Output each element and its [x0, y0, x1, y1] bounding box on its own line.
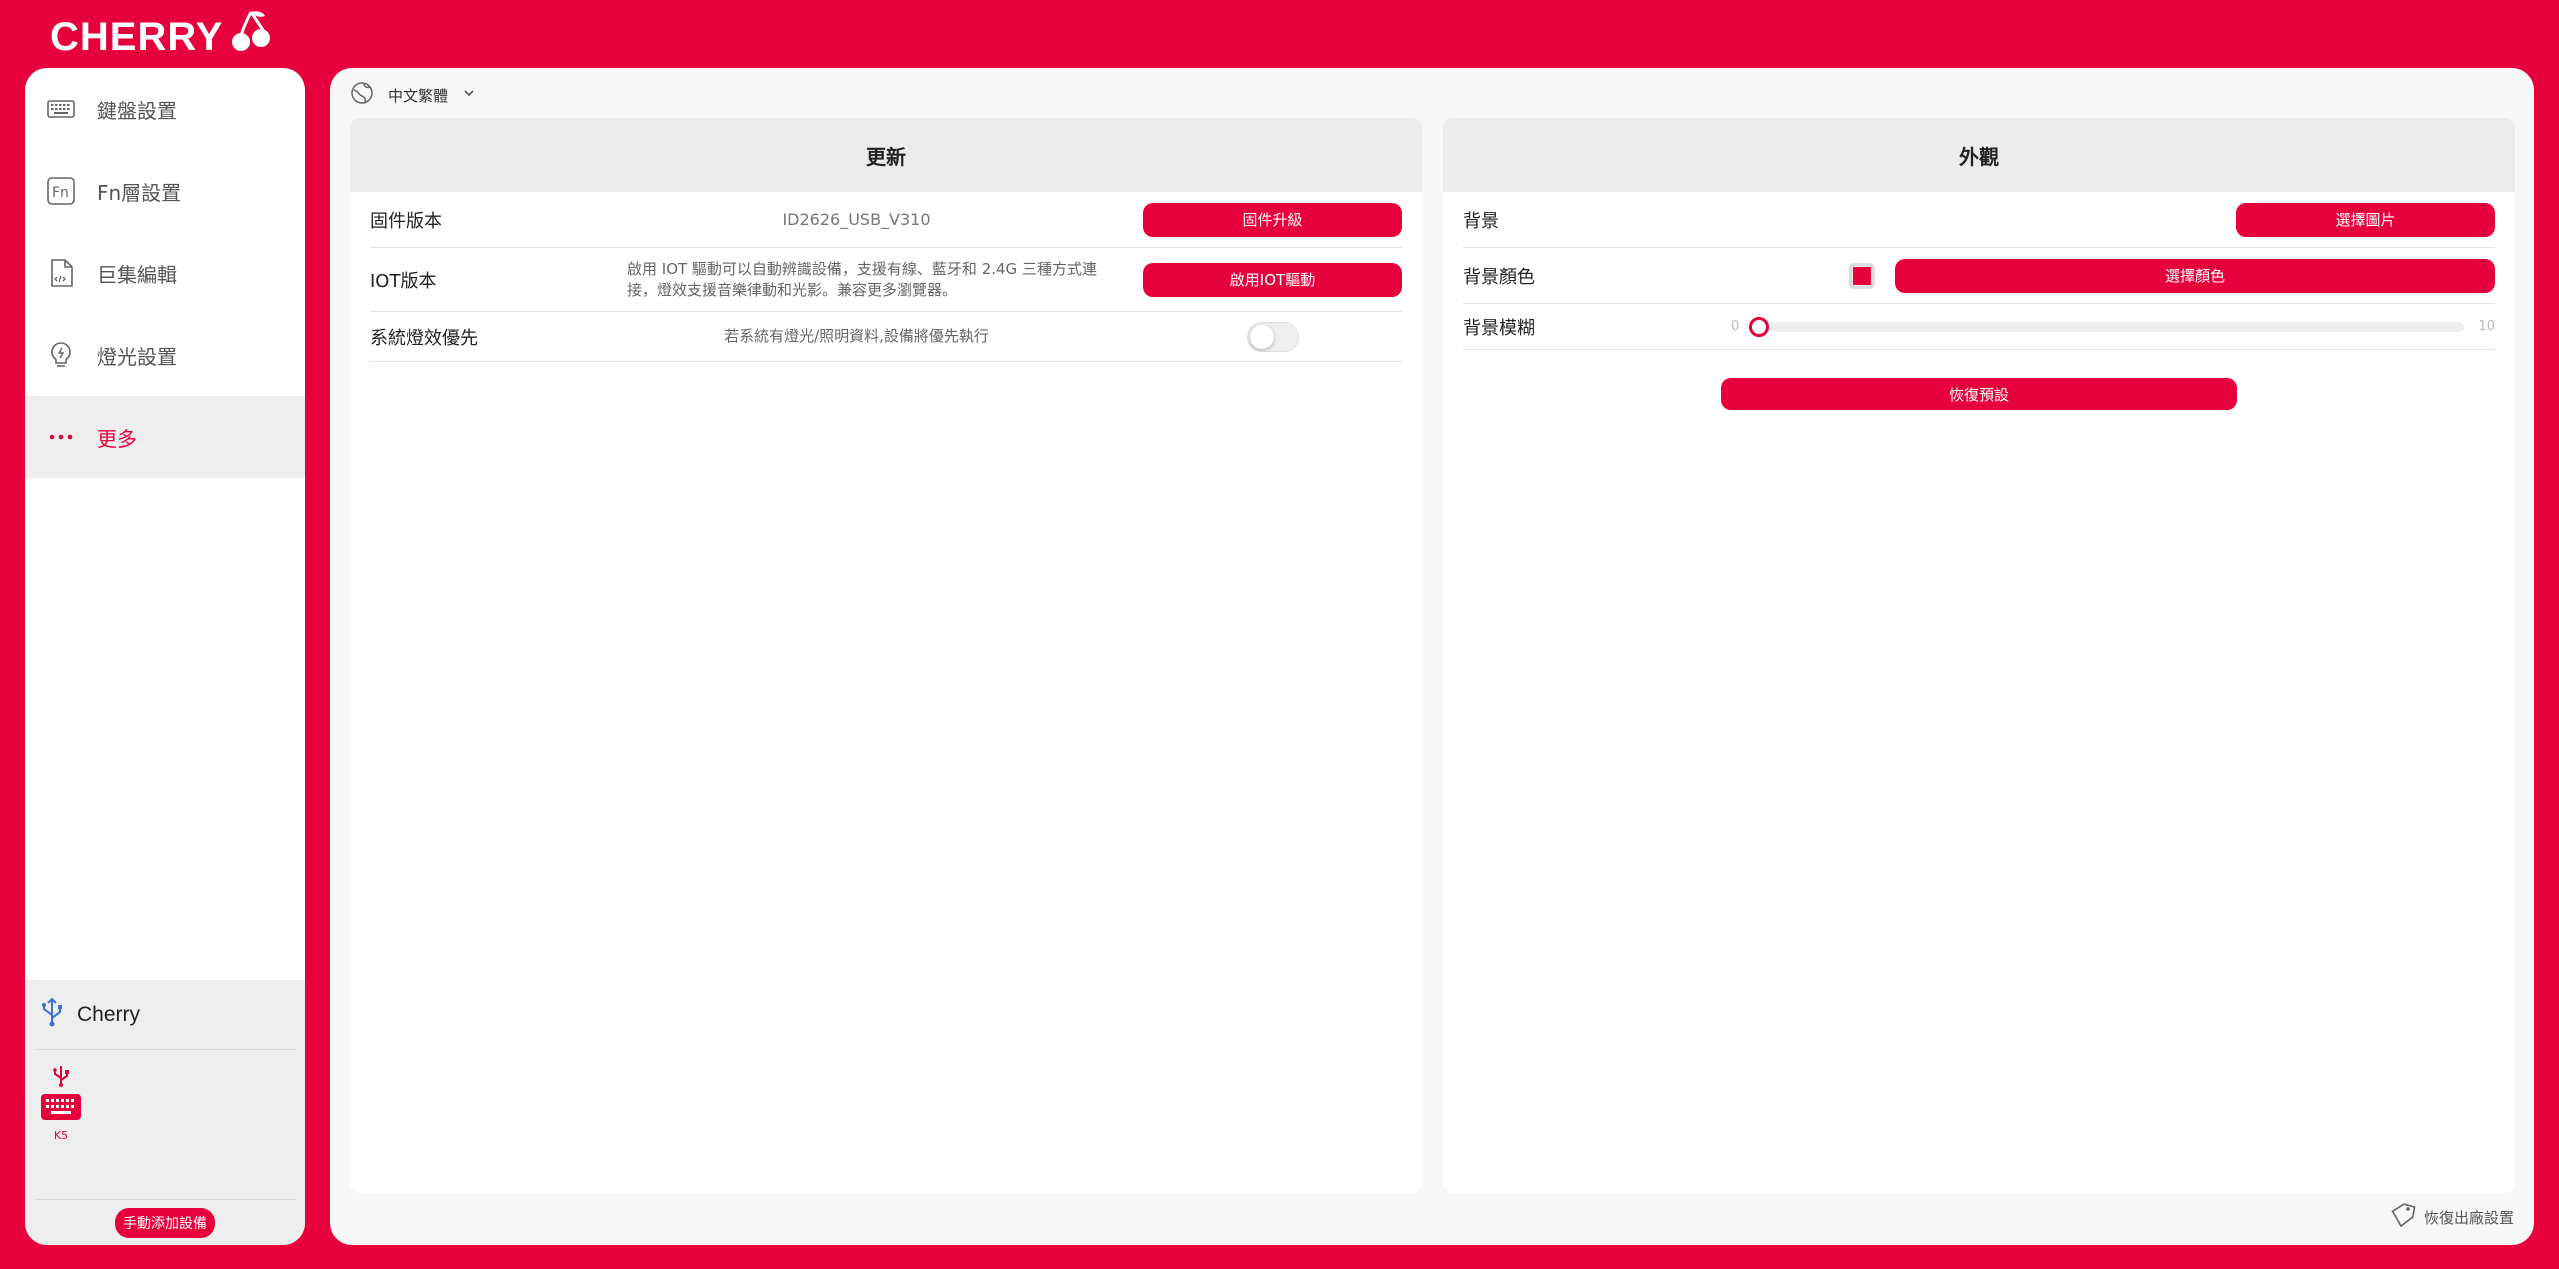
iot-row: IOT版本 啟用 IOT 驅動可以自動辨識設備，支援有線、藍牙和 2.4G 三種…: [370, 248, 1402, 312]
update-card: 更新 固件版本 ID2626_USB_V310 固件升級 IOT版本 啟用 IO…: [350, 118, 1422, 1193]
sidebar-item-label: 鍵盤設置: [97, 98, 177, 123]
firmware-label: 固件版本: [370, 210, 442, 232]
sidebar-item-label: Fn層設置: [97, 180, 182, 205]
color-swatch[interactable]: [1849, 262, 1875, 289]
language-selector[interactable]: 中文繁體: [350, 80, 476, 110]
sidebar-item-macro-edit[interactable]: 巨集編輯: [25, 232, 305, 314]
firmware-row: 固件版本 ID2626_USB_V310 固件升級: [370, 192, 1402, 248]
sidebar: 鍵盤設置 Fn Fn層設置 巨集編輯 燈光設置 更多 Cherry K5 手動添…: [25, 68, 305, 1245]
device-name: K5: [53, 1129, 69, 1142]
iot-description: 啟用 IOT 驅動可以自動辨識設備，支援有線、藍牙和 2.4G 三種方式連 接，…: [627, 259, 1097, 299]
background-color-label: 背景顏色: [1463, 266, 1535, 288]
sidebar-item-lighting[interactable]: 燈光設置: [25, 314, 305, 396]
keyboard-device-icon: [40, 1093, 82, 1125]
background-color-row: 背景顏色 選擇顏色: [1463, 248, 2495, 304]
sidebar-item-label: 燈光設置: [97, 344, 177, 369]
choose-color-button[interactable]: 選擇顏色: [1895, 258, 2495, 293]
svg-text:Fn: Fn: [52, 185, 69, 201]
choose-image-button[interactable]: 選擇圖片: [2236, 202, 2495, 237]
sidebar-item-fn-layer[interactable]: Fn Fn層設置: [25, 150, 305, 232]
update-card-title: 更新: [350, 118, 1422, 192]
sidebar-item-label: 巨集編輯: [97, 262, 177, 287]
sidebar-item-keyboard-settings[interactable]: 鍵盤設置: [25, 68, 305, 150]
light-priority-toggle[interactable]: [1246, 321, 1299, 352]
background-row: 背景 選擇圖片: [1463, 192, 2495, 248]
iot-label: IOT版本: [370, 270, 437, 292]
factory-reset-link[interactable]: 恢復出廠設置: [2388, 1201, 2514, 1233]
restore-default-button[interactable]: 恢復預設: [1721, 378, 2237, 410]
sidebar-item-more[interactable]: 更多: [25, 396, 305, 478]
firmware-upgrade-button[interactable]: 固件升級: [1143, 202, 1402, 237]
factory-reset-label: 恢復出廠設置: [2423, 1208, 2514, 1227]
add-device-button[interactable]: 手動添加設備: [115, 1207, 215, 1238]
cherry-fruit-icon: [229, 8, 271, 66]
chevron-down-icon: [462, 86, 476, 104]
device-panel: Cherry K5 手動添加設備: [25, 980, 305, 1245]
reset-tag-icon: [2388, 1201, 2416, 1233]
light-priority-row: 系統燈效優先 若系統有燈光/照明資料,設備將優先執行: [370, 312, 1402, 362]
blur-min-label: 0: [1731, 319, 1740, 334]
appearance-card-title: 外觀: [1443, 118, 2515, 192]
sidebar-item-label: 更多: [97, 426, 137, 451]
background-blur-row: 背景模糊 0 10: [1463, 304, 2495, 350]
cherry-logo: CHERRY: [50, 11, 271, 62]
slider-track: [1751, 321, 2465, 332]
more-dots-icon: [45, 421, 77, 453]
firmware-version: ID2626_USB_V310: [782, 210, 931, 229]
main-panel: 中文繁體 更新 固件版本 ID2626_USB_V310 固件升級 IOT版本 …: [330, 68, 2534, 1245]
device-group-header: Cherry: [35, 980, 295, 1050]
background-blur-label: 背景模糊: [1463, 317, 1535, 339]
blur-max-label: 10: [2478, 319, 2495, 334]
light-bulb-icon: [45, 339, 77, 371]
slider-thumb[interactable]: [1749, 316, 1770, 337]
keyboard-icon: [45, 93, 77, 125]
fn-icon: Fn: [45, 175, 77, 207]
usb-icon: [52, 1065, 70, 1091]
usb-trident-icon: [39, 997, 65, 1033]
appearance-card: 外觀 背景 選擇圖片 背景顏色 選擇顏色 背景模糊 0 10 恢復預設: [1443, 118, 2515, 1193]
light-priority-label: 系統燈效優先: [370, 327, 478, 349]
add-device-row: 手動添加設備: [35, 1199, 295, 1245]
background-label: 背景: [1463, 210, 1499, 232]
language-value: 中文繁體: [388, 86, 449, 105]
light-priority-description: 若系統有燈光/照明資料,設備將優先執行: [724, 327, 989, 345]
macro-file-icon: [45, 257, 77, 289]
device-card-k5[interactable]: K5: [37, 1065, 85, 1142]
device-group-name: Cherry: [77, 1002, 141, 1026]
toggle-knob: [1249, 324, 1274, 349]
background-blur-slider[interactable]: [1749, 316, 2465, 337]
enable-iot-driver-button[interactable]: 啟用IOT驅動: [1143, 262, 1402, 297]
brand-name: CHERRY: [50, 14, 224, 59]
globe-icon: [350, 81, 374, 109]
